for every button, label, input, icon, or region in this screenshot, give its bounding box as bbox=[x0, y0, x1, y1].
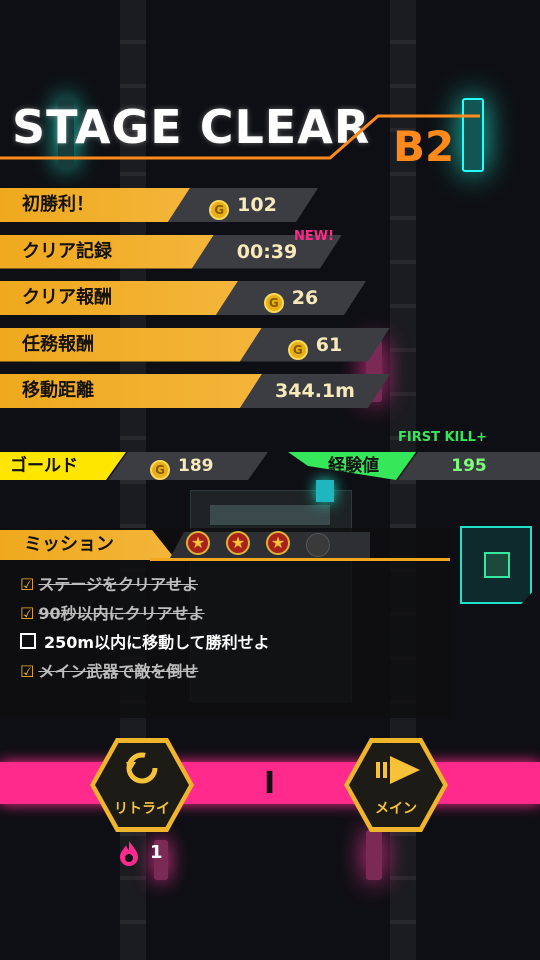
reward-value-text: 61 bbox=[315, 333, 343, 356]
reward-row-label: クリア記録 bbox=[0, 235, 214, 269]
retry-icon bbox=[126, 752, 158, 784]
bg-room-light bbox=[210, 505, 330, 525]
reward-value-text: 102 bbox=[237, 194, 277, 216]
retry-label: リトライ bbox=[114, 801, 170, 817]
flame-icon bbox=[120, 841, 138, 866]
mission-item: ☑ メイン武器で敵を倒せ bbox=[20, 657, 270, 686]
coin-icon: G bbox=[209, 200, 229, 220]
reward-row-value: G 26 bbox=[216, 281, 366, 315]
enemy-portrait bbox=[460, 526, 532, 604]
enemy-icon bbox=[484, 552, 510, 578]
checkbox-checked-icon: ☑ bbox=[20, 662, 35, 681]
main-button[interactable]: メイン bbox=[344, 738, 448, 832]
retry-count: 1 bbox=[150, 842, 163, 863]
mission-text: 90秒以内にクリアせよ bbox=[38, 604, 205, 623]
reward-row-label: 初勝利！ bbox=[0, 188, 190, 222]
mission-text: 250m以内に移動して勝利せよ bbox=[44, 633, 270, 652]
checkbox-checked-icon: ☑ bbox=[20, 604, 35, 623]
mission-text: ステージをクリアせよ bbox=[38, 575, 199, 594]
exp-total-value: 195 bbox=[398, 452, 540, 480]
star-icon: ★ bbox=[186, 531, 210, 555]
floor-label: B2 bbox=[393, 122, 455, 171]
mission-item: ☑ 90秒以内にクリアせよ bbox=[20, 599, 270, 628]
center-mark: I bbox=[264, 766, 276, 801]
gold-total-value: G 189 bbox=[108, 452, 268, 480]
reward-row-label: 任務報酬 bbox=[0, 328, 262, 362]
reward-row-value: 344.1m bbox=[240, 374, 390, 408]
retry-button[interactable]: リトライ bbox=[90, 738, 194, 832]
gold-total-number: 189 bbox=[178, 456, 214, 476]
mission-underline bbox=[150, 558, 450, 561]
mission-text: メイン武器で敵を倒せ bbox=[38, 662, 199, 681]
mission-title: ミッション bbox=[0, 530, 176, 560]
coin-icon: G bbox=[288, 340, 308, 360]
reward-row-value: G 61 bbox=[240, 328, 390, 362]
star-icon bbox=[306, 533, 330, 557]
mission-item: ☑ ステージをクリアせよ bbox=[20, 570, 270, 599]
mission-stars: ★ ★ ★ bbox=[186, 531, 330, 557]
mission-list: ☑ ステージをクリアせよ ☑ 90秒以内にクリアせよ 250m以内に移動して勝利せよ ☑ メ… bbox=[20, 570, 270, 686]
reward-value-text: 00:39 bbox=[236, 240, 298, 263]
star-icon: ★ bbox=[226, 531, 250, 555]
mission-item: 250m以内に移動して勝利せよ bbox=[20, 628, 270, 657]
bg-light bbox=[316, 480, 334, 502]
checkbox-empty-icon bbox=[20, 633, 36, 649]
main-label: メイン bbox=[375, 801, 417, 817]
reward-row-label: 移動距離 bbox=[0, 374, 262, 408]
gold-total-label: ゴールド bbox=[0, 452, 126, 480]
new-badge: NEW! bbox=[294, 228, 335, 244]
first-kill-note: FIRST KILL+ bbox=[398, 430, 487, 445]
star-icon: ★ bbox=[266, 531, 290, 555]
reward-value-text: 26 bbox=[291, 287, 319, 309]
checkbox-checked-icon: ☑ bbox=[20, 575, 35, 594]
reward-value-text: 344.1m bbox=[275, 380, 355, 402]
arrow-right-icon bbox=[376, 756, 420, 784]
bg-light bbox=[366, 830, 382, 880]
reward-row-label: クリア報酬 bbox=[0, 281, 238, 315]
coin-icon: G bbox=[264, 293, 284, 313]
reward-row-value: G 102 bbox=[168, 188, 318, 222]
coin-icon: G bbox=[150, 460, 170, 480]
